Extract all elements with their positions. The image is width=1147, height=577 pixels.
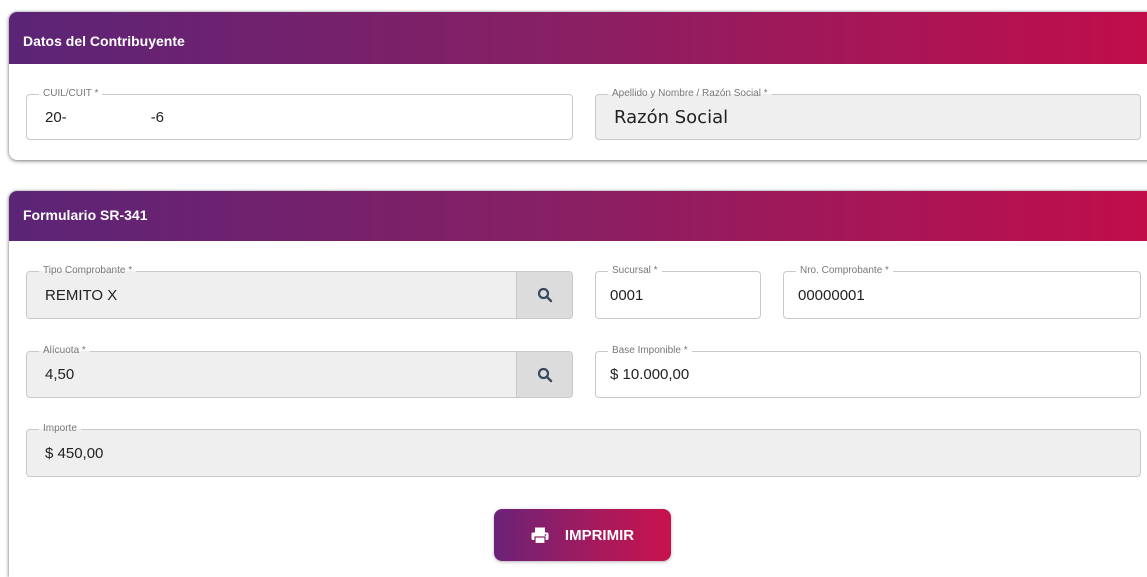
cuil-field[interactable]: CUIL/CUIT * 20- -6 <box>26 88 573 140</box>
alicuota-value: 4,50 <box>45 366 75 383</box>
tipo-comprobante-field[interactable]: Tipo Comprobante * REMITO X <box>26 265 573 319</box>
nro-comprobante-field[interactable]: Nro. Comprobante * 00000001 <box>783 265 1141 319</box>
tipo-comprobante-value: REMITO X <box>45 286 118 304</box>
alicuota-field[interactable]: Alícuota * 4,50 <box>26 345 573 398</box>
printer-icon <box>531 527 549 544</box>
cuil-prefix: 20- <box>45 108 67 126</box>
search-icon <box>537 367 552 382</box>
razon-social-field[interactable]: Apellido y Nombre / Razón Social * Razón… <box>595 88 1141 140</box>
importe-field[interactable]: Importe $ 450,00 <box>26 423 1141 477</box>
print-button[interactable]: IMPRIMIR <box>494 509 671 561</box>
print-button-label: IMPRIMIR <box>564 526 635 544</box>
cuil-value[interactable]: 20- -6 <box>45 95 164 139</box>
sucursal-field[interactable]: Sucursal * 0001 <box>595 265 761 319</box>
razon-social-value: Razón Social <box>614 106 729 128</box>
importe-value: $ 450,00 <box>45 444 104 462</box>
search-icon <box>537 287 552 303</box>
sucursal-value: 0001 <box>610 286 644 304</box>
cuil-suffix: -6 <box>150 108 165 126</box>
contribuyente-card: Datos del Contribuyente CUIL/CUIT * 20- … <box>9 12 1147 160</box>
alicuota-search-button[interactable] <box>516 352 572 397</box>
nro-comprobante-value: 00000001 <box>798 286 865 304</box>
formulario-header: Formulario SR-341 <box>9 191 1147 241</box>
contribuyente-header: Datos del Contribuyente <box>9 12 1147 64</box>
base-imponible-value: $ 10.000,00 <box>610 366 690 383</box>
base-imponible-field[interactable]: Base Imponible * $ 10.000,00 <box>595 345 1141 398</box>
formulario-card: Formulario SR-341 Tipo Comprobante * REM… <box>9 191 1147 577</box>
tipo-comprobante-search-button[interactable] <box>516 272 572 318</box>
